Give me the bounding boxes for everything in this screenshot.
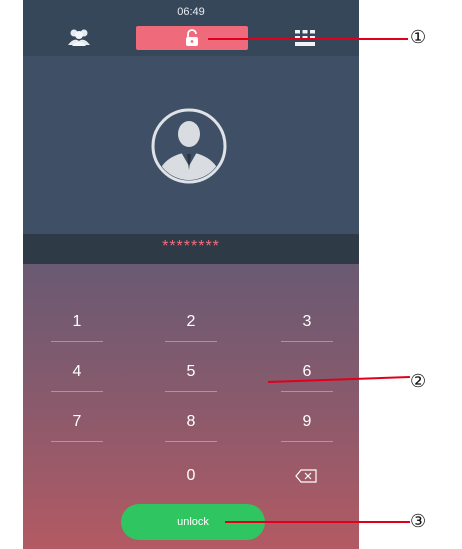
key-9[interactable]: 9 — [281, 402, 333, 442]
key-0[interactable]: 0 — [165, 456, 217, 496]
key-3[interactable]: 3 — [281, 302, 333, 342]
phone-screen: 06:49 ******** 1 2 3 4 5 6 7 8 9 0 unloc… — [23, 0, 359, 549]
contacts-icon — [68, 29, 90, 46]
password-field: ******** — [162, 238, 220, 255]
key-1[interactable]: 1 — [51, 302, 103, 342]
callout-1: ① — [410, 27, 427, 48]
unlock-icon — [186, 29, 198, 46]
key-6[interactable]: 6 — [281, 352, 333, 392]
callout-line-3 — [225, 521, 410, 523]
key-2[interactable]: 2 — [165, 302, 217, 342]
key-8[interactable]: 8 — [165, 402, 217, 442]
callout-2: ② — [410, 371, 427, 392]
key-7[interactable]: 7 — [51, 402, 103, 442]
key-5[interactable]: 5 — [165, 352, 217, 392]
avatar — [151, 108, 227, 184]
key-4[interactable]: 4 — [51, 352, 103, 392]
delete-key[interactable] — [281, 456, 333, 496]
top-bar: 06:49 — [23, 0, 359, 56]
callout-line-1 — [208, 38, 408, 40]
password-bar: ******** — [23, 234, 359, 264]
status-time: 06:49 — [177, 6, 205, 18]
backspace-icon — [295, 469, 317, 483]
callout-3: ③ — [410, 511, 427, 532]
profile-area — [23, 56, 359, 234]
tab-contacts[interactable] — [67, 28, 91, 46]
